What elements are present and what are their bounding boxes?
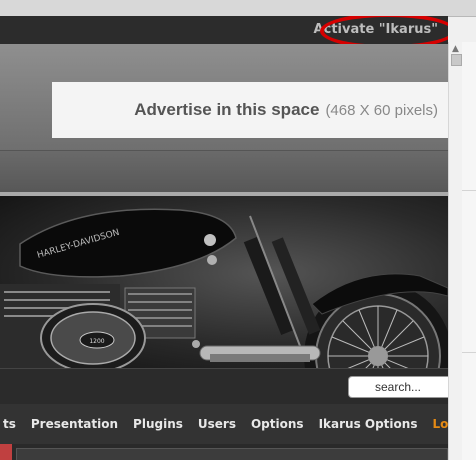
bottom-bar (0, 444, 448, 460)
main-menu: ts Presentation Plugins Users Options Ik… (0, 404, 448, 444)
site-header: Advertise in this space (468 X 60 pixels… (0, 44, 448, 150)
vertical-scrollbar[interactable]: ▲ (448, 42, 462, 460)
menu-item-partial[interactable]: ts (3, 417, 16, 431)
ad-size-text: (468 X 60 pixels) (325, 101, 438, 119)
chrome-bolt (204, 234, 216, 246)
theme-preview-frame: Activate "Ikarus" Advertise in this spac… (0, 16, 448, 460)
bottom-tab[interactable] (16, 448, 448, 460)
divider (462, 352, 476, 353)
fuel-tank (19, 208, 237, 278)
menu-item-plugins[interactable]: Plugins (133, 417, 183, 431)
menu-item-options[interactable]: Options (251, 417, 304, 431)
menu-item-users[interactable]: Users (198, 417, 236, 431)
air-cleaner: 1200 (40, 303, 146, 368)
background-page-edge (462, 42, 476, 460)
motorcycle-image: HARLEY-DAVIDSON 1200 (0, 208, 448, 368)
exhaust (199, 345, 321, 362)
scroll-thumb[interactable] (451, 54, 462, 66)
menu-item-ikarus-options[interactable]: Ikarus Options (319, 417, 418, 431)
menu-item-logout[interactable]: Logout (432, 417, 448, 431)
menu-item-presentation[interactable]: Presentation (31, 417, 118, 431)
scroll-up-icon[interactable]: ▲ (452, 44, 459, 54)
browser-top-strip (0, 0, 476, 17)
ad-main-text: Advertise in this space (134, 100, 320, 119)
bottom-red-tab[interactable] (0, 444, 12, 460)
divider (462, 190, 476, 191)
activate-bar: Activate "Ikarus" (0, 16, 448, 49)
chrome-bolt (192, 340, 200, 348)
header-strip (0, 150, 448, 193)
search-input[interactable]: search... (348, 376, 448, 398)
ad-banner[interactable]: Advertise in this space (468 X 60 pixels… (52, 82, 448, 138)
chrome-bolt (207, 255, 217, 265)
nav-row: search... (0, 368, 448, 405)
front-fork (243, 215, 321, 347)
engine-badge-text: 1200 (89, 338, 104, 345)
motorcycle-banner: HARLEY-DAVIDSON 1200 (0, 196, 448, 368)
